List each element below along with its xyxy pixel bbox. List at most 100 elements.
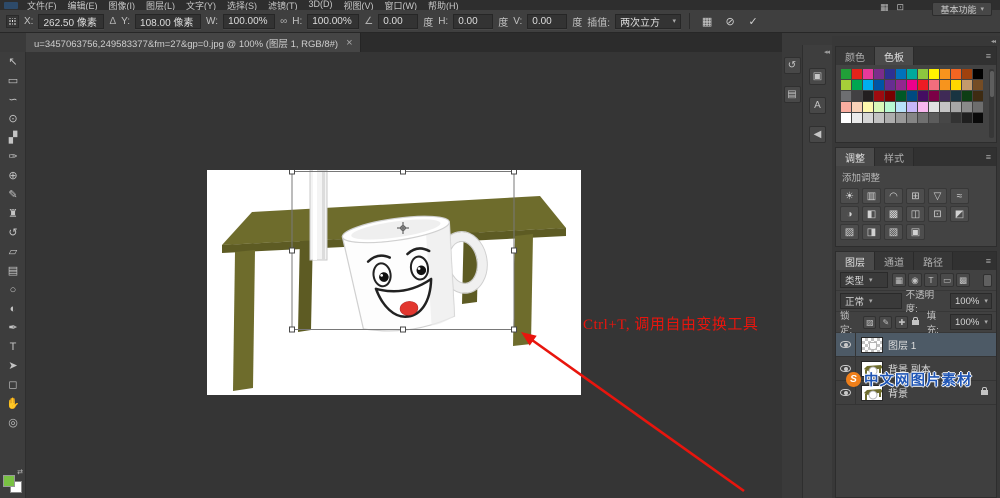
tool-eraser-tool[interactable]: ▱ xyxy=(0,242,26,261)
color-swatch[interactable] xyxy=(841,113,851,123)
curves-icon[interactable]: ◠ xyxy=(884,188,903,204)
levels-icon[interactable]: ▥ xyxy=(862,188,881,204)
arrange-documents-icon[interactable]: ▦ xyxy=(880,2,889,13)
tab-swatches[interactable]: 色板 xyxy=(875,47,914,65)
filter-shape-layers-icon[interactable]: ▭ xyxy=(940,273,954,287)
document-tab[interactable]: u=3457063756,249583377&fm=27&gp=0.jpg @ … xyxy=(26,33,361,52)
transform-handle[interactable] xyxy=(512,248,517,253)
color-swatch[interactable] xyxy=(929,91,939,101)
y-position-field[interactable]: 108.00 像素 xyxy=(135,14,201,29)
color-swatch[interactable] xyxy=(962,91,972,101)
link-dimensions-icon[interactable]: ∞ xyxy=(280,16,287,27)
tool-move-tool[interactable]: ↖ xyxy=(0,52,26,71)
notes-panel-icon[interactable]: ◀ xyxy=(809,126,826,143)
color-swatch[interactable] xyxy=(918,69,928,79)
menu-item-5[interactable]: 选择(S) xyxy=(227,0,257,10)
workspace-switcher-button[interactable]: 基本功能 ▾ xyxy=(932,2,992,16)
color-swatch[interactable] xyxy=(885,80,895,90)
color-swatch[interactable] xyxy=(907,80,917,90)
properties-panel-icon[interactable]: ▤ xyxy=(784,86,801,103)
color-swatch[interactable] xyxy=(973,69,983,79)
tool-brush-tool[interactable]: ✎ xyxy=(0,185,26,204)
gradient-map-icon[interactable]: ▧ xyxy=(884,224,903,240)
tool-marquee-tool[interactable]: ▭ xyxy=(0,71,26,90)
height-scale-field[interactable]: 100.00% xyxy=(307,14,359,29)
color-swatch[interactable] xyxy=(852,80,862,90)
color-swatch[interactable] xyxy=(852,113,862,123)
document-image[interactable] xyxy=(207,170,581,395)
cancel-transform-button[interactable]: ⊘ xyxy=(721,13,739,29)
color-swatch[interactable] xyxy=(852,69,862,79)
lock-position-icon[interactable]: ✚ xyxy=(895,316,908,329)
hue-saturation-icon[interactable]: ≈ xyxy=(950,188,969,204)
layer-filter-dropdown[interactable]: 类型 ▾ xyxy=(840,272,888,288)
color-swatch[interactable] xyxy=(951,91,961,101)
filter-type-layers-icon[interactable]: T xyxy=(924,273,938,287)
color-swatch[interactable] xyxy=(863,80,873,90)
color-swatch[interactable] xyxy=(896,113,906,123)
transform-handle[interactable] xyxy=(401,327,406,332)
commit-transform-button[interactable]: ✓ xyxy=(744,13,762,29)
eye-icon[interactable] xyxy=(840,341,851,348)
channel-mixer-icon[interactable]: ◫ xyxy=(906,206,925,222)
panel-menu-icon[interactable]: ≡ xyxy=(981,252,996,270)
color-swatch[interactable] xyxy=(863,113,873,123)
color-swatch[interactable] xyxy=(874,69,884,79)
interpolation-dropdown[interactable]: 两次立方 ▾ xyxy=(615,14,681,29)
color-swatch[interactable] xyxy=(907,91,917,101)
color-swatch[interactable] xyxy=(885,69,895,79)
color-swatch[interactable] xyxy=(951,80,961,90)
color-swatch[interactable] xyxy=(940,69,950,79)
expand-panels-icon[interactable]: ◂◂ xyxy=(824,48,832,56)
color-swatch[interactable] xyxy=(863,91,873,101)
history-panel-icon[interactable]: ↺ xyxy=(784,57,801,74)
transform-handle[interactable] xyxy=(512,170,517,174)
color-swatch[interactable] xyxy=(940,80,950,90)
swatches-scrollbar[interactable] xyxy=(989,69,994,138)
color-swatch[interactable] xyxy=(852,91,862,101)
color-swatch[interactable] xyxy=(885,113,895,123)
clone-source-panel-icon[interactable]: ▣ xyxy=(809,68,826,85)
color-swatch[interactable] xyxy=(863,102,873,112)
swap-colors-icon[interactable]: ⇄ xyxy=(17,468,23,476)
tool-blur-tool[interactable]: ○ xyxy=(0,280,26,299)
canvas-area[interactable]: Ctrl+T, 调用自由变换工具 xyxy=(26,52,782,498)
character-panel-icon[interactable]: A xyxy=(809,97,826,114)
color-swatch[interactable] xyxy=(874,91,884,101)
screen-mode-icon[interactable]: ⊡ xyxy=(896,2,904,13)
color-swatch[interactable] xyxy=(973,113,983,123)
tool-history-brush-tool[interactable]: ↺ xyxy=(0,223,26,242)
tab-channels[interactable]: 通道 xyxy=(875,252,914,270)
width-scale-field[interactable]: 100.00% xyxy=(223,14,275,29)
tool-eyedropper-tool[interactable]: ✑ xyxy=(0,147,26,166)
photo-filter-icon[interactable]: ▩ xyxy=(884,206,903,222)
reference-point-locator-icon[interactable] xyxy=(6,15,19,28)
color-swatch[interactable] xyxy=(951,113,961,123)
color-swatch[interactable] xyxy=(896,91,906,101)
menu-item-9[interactable]: 窗口(W) xyxy=(385,0,418,10)
exposure-icon[interactable]: ⊞ xyxy=(906,188,925,204)
relative-position-icon[interactable]: Δ xyxy=(109,16,116,27)
angle-field[interactable]: 0.00 xyxy=(378,14,418,29)
tool-hand-tool[interactable]: ✋ xyxy=(0,394,26,413)
color-swatch[interactable] xyxy=(973,91,983,101)
filter-smart-object-icon[interactable]: ▩ xyxy=(956,273,970,287)
color-swatch[interactable] xyxy=(929,113,939,123)
menu-item-2[interactable]: 图像(I) xyxy=(109,0,136,10)
color-swatch[interactable] xyxy=(951,69,961,79)
menu-item-0[interactable]: 文件(F) xyxy=(27,0,57,10)
color-swatch[interactable] xyxy=(841,102,851,112)
color-swatch[interactable] xyxy=(962,69,972,79)
color-swatch[interactable] xyxy=(951,102,961,112)
tool-zoom-tool[interactable]: ◎ xyxy=(0,413,26,432)
tab-layers[interactable]: 图层 xyxy=(836,252,875,270)
color-swatch[interactable] xyxy=(940,113,950,123)
tool-pen-tool[interactable]: ✒ xyxy=(0,318,26,337)
collapse-dock-icon[interactable]: ◂◂ xyxy=(991,38,995,45)
menu-item-8[interactable]: 视图(V) xyxy=(344,0,374,10)
color-swatch[interactable] xyxy=(885,91,895,101)
tool-clone-stamp-tool[interactable]: ♜ xyxy=(0,204,26,223)
brightness-contrast-icon[interactable]: ☀ xyxy=(840,188,859,204)
color-swatch[interactable] xyxy=(962,102,972,112)
foreground-color-swatch[interactable] xyxy=(3,475,15,487)
